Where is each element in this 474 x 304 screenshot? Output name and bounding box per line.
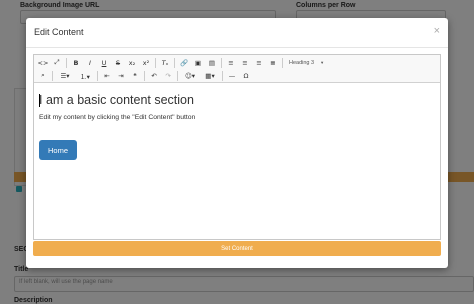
modal-header: Edit Content × bbox=[26, 18, 448, 48]
media-icon[interactable]: ▤ bbox=[205, 57, 219, 69]
binoculars-icon[interactable]: ⌕ bbox=[36, 70, 50, 82]
outdent-icon[interactable]: ⇤ bbox=[100, 70, 114, 82]
close-icon[interactable]: × bbox=[434, 25, 440, 37]
table-icon[interactable]: ▦▾ bbox=[200, 70, 220, 82]
italic-icon[interactable]: I bbox=[83, 57, 97, 69]
bold-icon[interactable]: B bbox=[69, 57, 83, 69]
caret-down-icon: ▼ bbox=[320, 60, 325, 65]
modal-title: Edit Content bbox=[34, 27, 84, 37]
blockquote-icon[interactable]: ❝ bbox=[128, 70, 142, 82]
heading-select[interactable]: Heading 3 ▼ bbox=[285, 57, 329, 68]
redo-icon[interactable]: ↷ bbox=[161, 70, 175, 82]
subscript-icon[interactable]: x₂ bbox=[125, 57, 139, 69]
content-paragraph[interactable]: Edit my content by clicking the "Edit Co… bbox=[39, 114, 195, 121]
indent-icon[interactable]: ⇥ bbox=[114, 70, 128, 82]
editor-toolbar: <> ⤢ B I U S x₂ x² Tₓ 🔗 ▣ ▤ ≡ ≡ ≡ ≣ Head… bbox=[34, 55, 440, 83]
align-right-icon[interactable]: ≡ bbox=[252, 57, 266, 69]
bullet-list-icon[interactable]: ☰▾ bbox=[55, 70, 75, 82]
undo-icon[interactable]: ↶ bbox=[147, 70, 161, 82]
home-button[interactable]: Home bbox=[39, 140, 77, 160]
rich-text-editor: <> ⤢ B I U S x₂ x² Tₓ 🔗 ▣ ▤ ≡ ≡ ≡ ≣ Head… bbox=[33, 54, 441, 240]
set-content-button[interactable]: Set Content bbox=[33, 241, 441, 256]
editor-content-area[interactable]: I am a basic content section Edit my con… bbox=[34, 84, 440, 239]
align-justify-icon[interactable]: ≣ bbox=[266, 57, 280, 69]
horizontal-rule-icon[interactable]: — bbox=[225, 70, 239, 82]
align-center-icon[interactable]: ≡ bbox=[238, 57, 252, 69]
align-left-icon[interactable]: ≡ bbox=[224, 57, 238, 69]
clear-format-icon[interactable]: Tₓ bbox=[158, 57, 172, 69]
image-icon[interactable]: ▣ bbox=[191, 57, 205, 69]
link-icon[interactable]: 🔗 bbox=[177, 57, 191, 69]
content-heading[interactable]: I am a basic content section bbox=[39, 93, 194, 107]
source-code-icon[interactable]: <> bbox=[36, 57, 50, 69]
special-char-icon[interactable]: Ω bbox=[239, 70, 253, 82]
numbered-list-icon[interactable]: ⒈▾ bbox=[75, 70, 95, 82]
heading-select-value: Heading 3 bbox=[289, 59, 315, 66]
fullscreen-icon[interactable]: ⤢ bbox=[50, 57, 64, 69]
edit-content-modal: Edit Content × <> ⤢ B I U S x₂ x² Tₓ 🔗 ▣… bbox=[26, 18, 448, 268]
emoticons-icon[interactable]: ☺▾ bbox=[180, 70, 200, 82]
underline-icon[interactable]: U bbox=[97, 57, 111, 69]
strikethrough-icon[interactable]: S bbox=[111, 57, 125, 69]
superscript-icon[interactable]: x² bbox=[139, 57, 153, 69]
